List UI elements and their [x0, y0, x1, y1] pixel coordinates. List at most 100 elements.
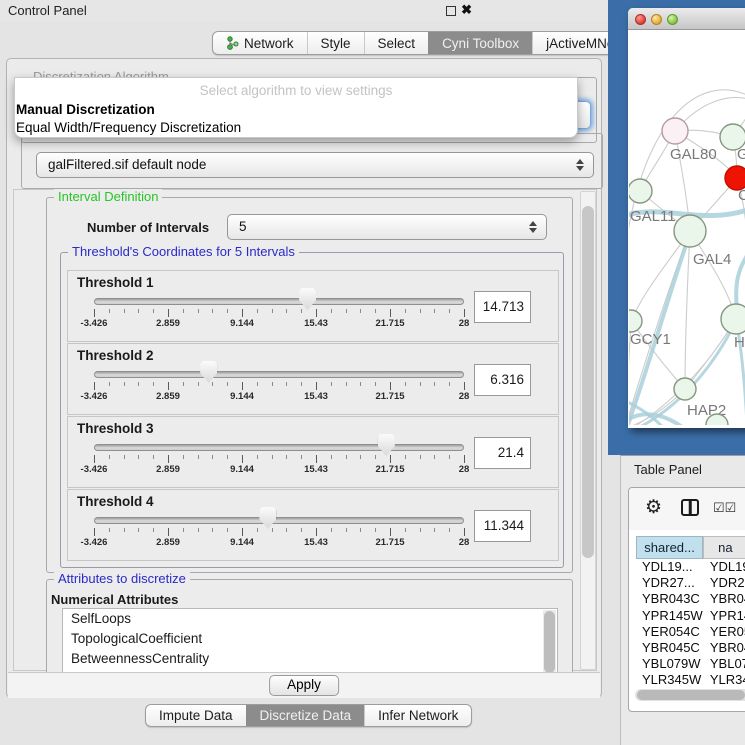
- threshold-value-field[interactable]: 6.316: [474, 364, 531, 396]
- mode-tab-impute-data[interactable]: Impute Data: [146, 705, 246, 726]
- float-window-icon[interactable]: [446, 6, 456, 16]
- table-row[interactable]: YDL19...YDL19: [636, 559, 745, 575]
- gear-icon[interactable]: ⚙: [645, 496, 662, 519]
- table-cell[interactable]: YLR34: [704, 672, 745, 688]
- attribute-list-item[interactable]: TopologicalCoefficient: [63, 629, 557, 649]
- table-cell[interactable]: YER05: [704, 624, 745, 640]
- table-cell[interactable]: YBL079W: [636, 656, 704, 672]
- algorithm-option-manual[interactable]: Manual Discretization: [16, 101, 572, 118]
- zoom-traffic-light-icon[interactable]: [667, 14, 678, 25]
- number-of-intervals-combobox[interactable]: 5: [227, 214, 547, 240]
- network-edge-thick[interactable]: [629, 401, 689, 425]
- network-edge[interactable]: [685, 231, 690, 389]
- major-tick: [168, 309, 169, 317]
- threshold-value-field[interactable]: 11.344: [474, 510, 531, 542]
- table-row[interactable]: YLR345WYLR34: [636, 672, 745, 688]
- minor-tick: [272, 455, 273, 459]
- control-panel-tabs: NetworkStyleSelectCyni ToolboxjActiveMNo…: [212, 31, 661, 55]
- numerical-attributes-list[interactable]: SelfLoopsTopologicalCoefficientBetweenne…: [62, 608, 558, 674]
- table-cell[interactable]: YPR14: [704, 608, 745, 624]
- attributes-group-title: Attributes to discretize: [54, 571, 190, 586]
- mode-tab-discretize-data[interactable]: Discretize Data: [246, 705, 365, 726]
- scrollbar-thumb[interactable]: [637, 690, 745, 700]
- threshold-slider-thumb[interactable]: [299, 288, 316, 310]
- table-cell[interactable]: YDL19: [704, 559, 745, 575]
- threshold-slider-track[interactable]: [94, 298, 464, 305]
- table-cell[interactable]: YBR04: [704, 591, 745, 607]
- threshold-slider-thumb[interactable]: [259, 507, 276, 529]
- mode-tab-infer-network[interactable]: Infer Network: [364, 705, 471, 726]
- minor-tick: [153, 382, 154, 386]
- apply-button[interactable]: Apply: [269, 675, 339, 696]
- tick-label: 21.715: [358, 318, 422, 329]
- table-cell[interactable]: YBR043C: [636, 591, 704, 607]
- table-cell[interactable]: YDR27...: [636, 575, 704, 591]
- minor-tick: [420, 382, 421, 386]
- threshold-slider-thumb[interactable]: [378, 434, 395, 456]
- threshold-slider-track[interactable]: [94, 444, 464, 451]
- network-window-titlebar[interactable]: [628, 8, 745, 30]
- minor-tick: [286, 309, 287, 313]
- network-node-hap2[interactable]: [674, 378, 696, 400]
- node-table[interactable]: shared...na YDL19...YDL19YDR27...YDR27YB…: [636, 536, 745, 688]
- settings-vertical-scrollbar[interactable]: [580, 191, 596, 670]
- table-cell[interactable]: YBL07: [704, 656, 745, 672]
- number-of-intervals-value: 5: [239, 219, 247, 234]
- table-row[interactable]: YBR043CYBR04: [636, 591, 745, 607]
- attribute-list-item[interactable]: BetweennessCentrality: [63, 649, 557, 669]
- minor-tick: [138, 382, 139, 386]
- network-node-gal11[interactable]: [629, 179, 652, 203]
- table-cell[interactable]: YPR145W: [636, 608, 704, 624]
- table-horizontal-scrollbar[interactable]: [635, 689, 745, 701]
- network-node-gcy1[interactable]: [629, 310, 642, 332]
- table-cell[interactable]: YLR345W: [636, 672, 704, 688]
- minor-tick: [124, 309, 125, 313]
- tick-label: 21.715: [358, 537, 422, 548]
- tab-network[interactable]: Network: [213, 32, 307, 54]
- threshold-value-field[interactable]: 14.713: [474, 291, 531, 323]
- table-cell[interactable]: YBR04: [704, 640, 745, 656]
- tab-cyni-toolbox[interactable]: Cyni Toolbox: [428, 32, 532, 54]
- table-row[interactable]: YBL079WYBL07: [636, 656, 745, 672]
- major-tick: [390, 309, 391, 317]
- network-canvas[interactable]: GAL80GACGAL11GAL4GCY1HHAP2: [629, 31, 745, 425]
- table-data-combobox[interactable]: galFiltered.sif default node: [36, 152, 594, 178]
- columns-icon[interactable]: [681, 499, 699, 516]
- tab-style[interactable]: Style: [307, 32, 364, 54]
- table-cell[interactable]: YER054C: [636, 624, 704, 640]
- attribute-list-item[interactable]: SelfLoops: [63, 609, 557, 629]
- network-node-h[interactable]: [721, 304, 745, 334]
- scrollbar-thumb[interactable]: [544, 611, 555, 673]
- network-node-label: H: [734, 334, 745, 351]
- table-row[interactable]: YDR27...YDR27: [636, 575, 745, 591]
- table-row[interactable]: YER054CYER05: [636, 624, 745, 640]
- minor-tick: [286, 455, 287, 459]
- close-traffic-light-icon[interactable]: [635, 14, 646, 25]
- algorithm-option-equal-width[interactable]: Equal Width/Frequency Discretization: [16, 119, 572, 136]
- threshold-slider-thumb[interactable]: [200, 361, 217, 383]
- major-tick: [242, 455, 243, 463]
- minimize-traffic-light-icon[interactable]: [651, 14, 662, 25]
- minor-tick: [449, 455, 450, 459]
- threshold-slider-track[interactable]: [94, 371, 464, 378]
- attributes-list-scrollbar[interactable]: [543, 610, 556, 672]
- network-node-gal80[interactable]: [662, 118, 688, 144]
- tab-select[interactable]: Select: [364, 32, 429, 54]
- table-cell[interactable]: YDR27: [704, 575, 745, 591]
- threshold-slider-track[interactable]: [94, 517, 464, 524]
- minor-tick: [153, 309, 154, 313]
- table-cell[interactable]: YBR045C: [636, 640, 704, 656]
- table-row[interactable]: YPR145WYPR14: [636, 608, 745, 624]
- table-row[interactable]: YBR045CYBR04: [636, 640, 745, 656]
- minor-tick: [434, 382, 435, 386]
- network-node-gal4[interactable]: [674, 215, 706, 247]
- scrollbar-thumb[interactable]: [582, 206, 594, 558]
- threshold-value-field[interactable]: 21.4: [474, 437, 531, 469]
- major-tick: [94, 309, 95, 317]
- network-node-label: GAL80: [670, 146, 717, 163]
- table-column-header[interactable]: shared...: [636, 536, 703, 559]
- table-cell[interactable]: YDL19...: [636, 559, 704, 575]
- table-column-header[interactable]: na: [703, 536, 745, 559]
- close-icon[interactable]: ✖: [461, 2, 472, 18]
- checkbox-checked-icon[interactable]: ☑☑: [713, 500, 736, 516]
